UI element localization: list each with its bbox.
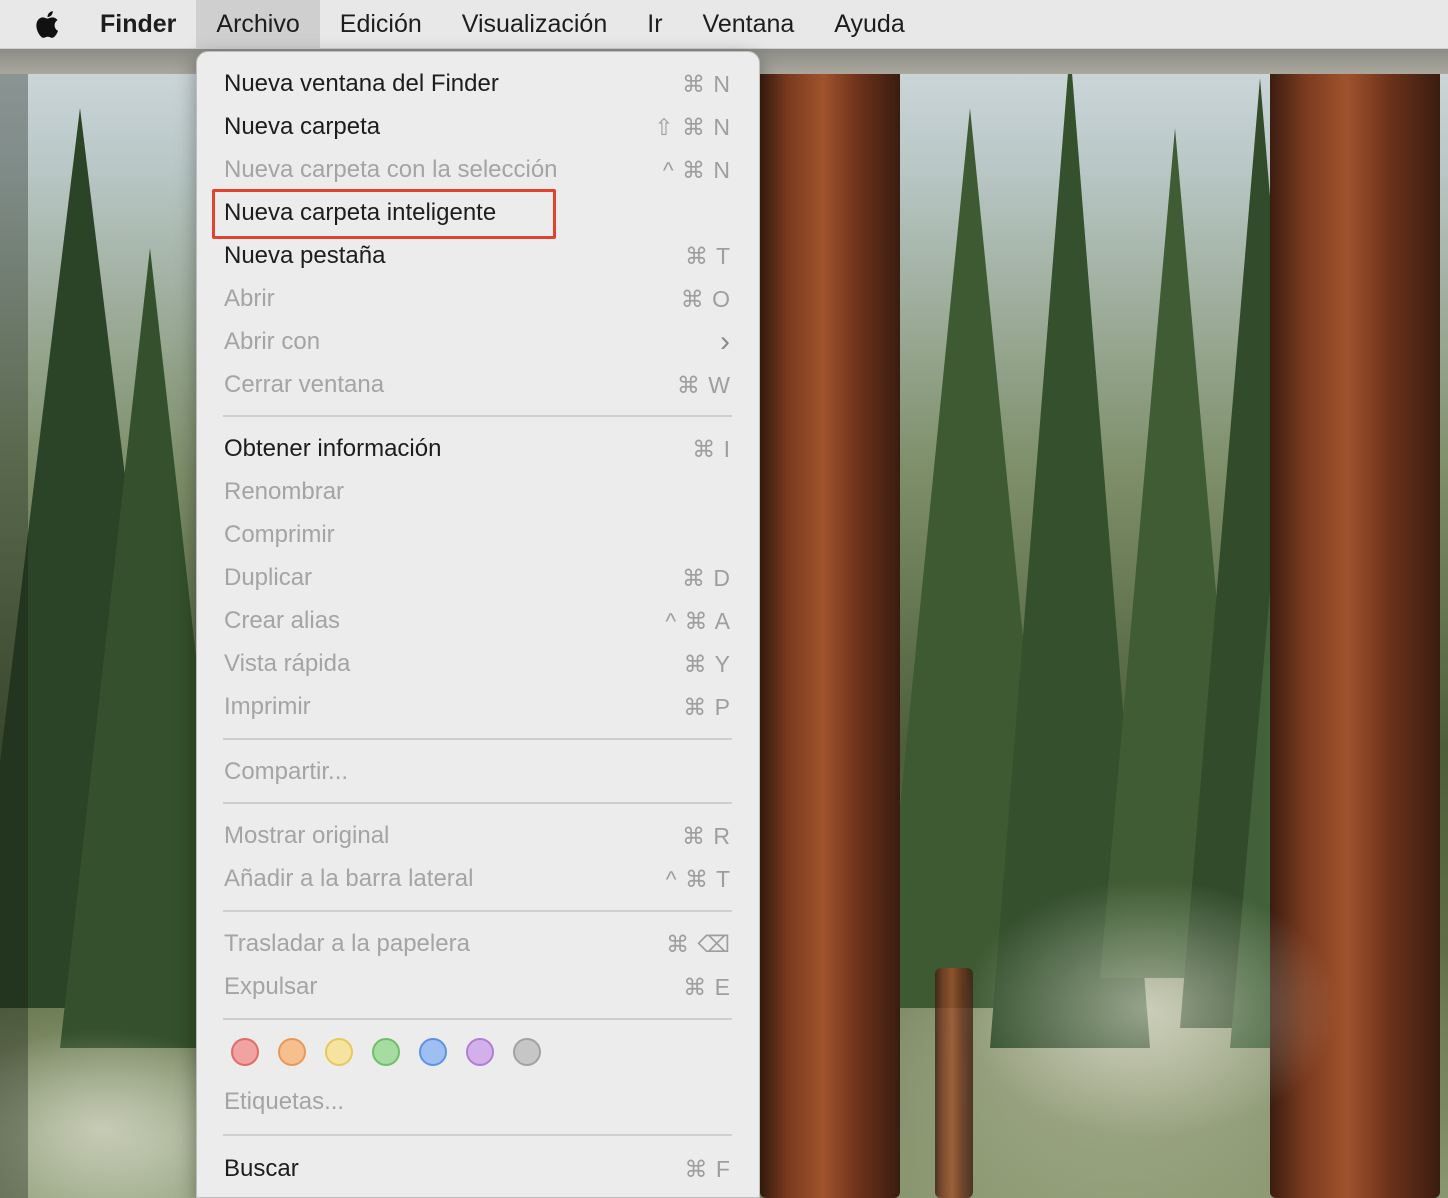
menu-ir[interactable]: Ir [627, 0, 682, 48]
menu-item-imprimir[interactable]: Imprimir ⌘ P [224, 687, 731, 727]
sequoia-trunk [760, 68, 900, 1198]
menu-item-label: Nueva pestaña [224, 242, 386, 269]
menu-item-label: Imprimir [224, 693, 311, 720]
menu-separator [223, 415, 732, 417]
menu-item-obtener-informacion[interactable]: Obtener información ⌘ I [224, 429, 731, 469]
tag-orange-dot[interactable] [278, 1038, 306, 1066]
menu-item-vista-rapida[interactable]: Vista rápida ⌘ Y [224, 644, 731, 684]
menu-item-compartir[interactable]: Compartir... [224, 752, 731, 792]
tag-yellow-dot[interactable] [325, 1038, 353, 1066]
menu-item-anadir-barra-lateral[interactable]: Añadir a la barra lateral ^ ⌘ T [224, 859, 731, 899]
tag-green-dot[interactable] [372, 1038, 400, 1066]
menu-item-abrir[interactable]: Abrir ⌘ O [224, 279, 731, 319]
menu-item-label: Vista rápida [224, 650, 351, 677]
menu-ventana[interactable]: Ventana [683, 0, 815, 48]
window-shadow [0, 74, 28, 1198]
menu-item-mostrar-original[interactable]: Mostrar original ⌘ R [224, 816, 731, 856]
menu-item-label: Compartir... [224, 758, 349, 785]
shortcut: ⌘ I [692, 435, 731, 462]
menu-item-label: Comprimir [224, 521, 335, 548]
shortcut: ⌘ T [684, 242, 731, 269]
tag-color-row [231, 1038, 541, 1066]
shortcut: ⌘ W [676, 371, 731, 398]
tag-purple-dot[interactable] [466, 1038, 494, 1066]
shortcut: ^ ⌘ N [662, 156, 731, 183]
menu-item-label: Crear alias [224, 607, 341, 634]
menu-bar: Finder Archivo Edición Visualización Ir … [0, 0, 1448, 49]
shortcut: ⌘ Y [683, 650, 731, 677]
menu-finder[interactable]: Finder [100, 0, 196, 48]
menu-item-expulsar[interactable]: Expulsar ⌘ E [224, 967, 731, 1007]
menu-item-renombrar[interactable]: Renombrar [224, 472, 731, 512]
tag-red-dot[interactable] [231, 1038, 259, 1066]
menu-item-label: Abrir con [224, 328, 321, 355]
mist [960, 878, 1340, 1138]
shortcut: ⌘ O [680, 285, 731, 312]
menu-item-label: Nueva carpeta [224, 113, 381, 140]
menu-item-label: Trasladar a la papelera [224, 930, 470, 957]
apple-logo-icon[interactable] [34, 9, 62, 39]
menu-item-label: Duplicar [224, 564, 313, 591]
shortcut: ⌘ P [683, 693, 731, 720]
chevron-right-icon: › [720, 325, 731, 358]
menu-archivo[interactable]: Archivo [196, 0, 320, 48]
menu-item-label: Renombrar [224, 478, 345, 505]
highlight-box [212, 189, 556, 239]
shortcut: ⌘ N [682, 70, 731, 97]
menu-edicion[interactable]: Edición [320, 0, 442, 48]
menu-item-abrir-con[interactable]: Abrir con › [224, 322, 731, 362]
menu-item-label: Mostrar original [224, 822, 390, 849]
menu-visualizacion[interactable]: Visualización [442, 0, 627, 48]
menu-item-nueva-pestana[interactable]: Nueva pestaña ⌘ T [224, 236, 731, 276]
menu-item-etiquetas[interactable]: Etiquetas... [224, 1082, 731, 1122]
shortcut: ⌘ R [682, 822, 731, 849]
menu-item-label: Añadir a la barra lateral [224, 865, 474, 892]
shortcut: ⌘ F [684, 1155, 731, 1182]
menu-item-label: Nueva carpeta con la selección [224, 156, 558, 183]
shortcut: ⇧ ⌘ N [654, 113, 731, 140]
menu-item-crear-alias[interactable]: Crear alias ^ ⌘ A [224, 601, 731, 641]
menu-item-nueva-carpeta-seleccion[interactable]: Nueva carpeta con la selección ^ ⌘ N [224, 150, 731, 190]
shortcut: ⌘ D [682, 564, 731, 591]
menu-separator [223, 1018, 732, 1020]
menu-item-label: Etiquetas... [224, 1088, 345, 1115]
menu-separator [223, 738, 732, 740]
menu-item-label: Abrir [224, 285, 275, 312]
shortcut: ^ ⌘ T [665, 865, 731, 892]
menu-item-label: Cerrar ventana [224, 371, 385, 398]
shortcut: ⌘ ⌫ [666, 930, 731, 957]
menu-item-nueva-carpeta[interactable]: Nueva carpeta ⇧ ⌘ N [224, 107, 731, 147]
menu-item-cerrar-ventana[interactable]: Cerrar ventana ⌘ W [224, 365, 731, 405]
menu-item-buscar[interactable]: Buscar ⌘ F [224, 1149, 731, 1189]
tag-blue-dot[interactable] [419, 1038, 447, 1066]
menu-item-duplicar[interactable]: Duplicar ⌘ D [224, 558, 731, 598]
menu-item-label: Nueva ventana del Finder [224, 70, 499, 97]
menu-item-label: Expulsar [224, 973, 318, 1000]
menu-item-label: Obtener información [224, 435, 442, 462]
shortcut: ⌘ E [683, 973, 731, 1000]
menu-item-label: Buscar [224, 1155, 299, 1182]
archivo-dropdown-menu: Nueva ventana del Finder ⌘ N Nueva carpe… [196, 51, 760, 1198]
menu-item-trasladar-papelera[interactable]: Trasladar a la papelera ⌘ ⌫ [224, 924, 731, 964]
shortcut: ^ ⌘ A [665, 607, 731, 634]
tag-gray-dot[interactable] [513, 1038, 541, 1066]
menu-item-nueva-ventana[interactable]: Nueva ventana del Finder ⌘ N [224, 64, 731, 104]
menu-separator [223, 802, 732, 804]
menu-separator [223, 910, 732, 912]
menu-ayuda[interactable]: Ayuda [814, 0, 924, 48]
menu-separator [223, 1134, 732, 1136]
menu-item-comprimir[interactable]: Comprimir [224, 515, 731, 555]
